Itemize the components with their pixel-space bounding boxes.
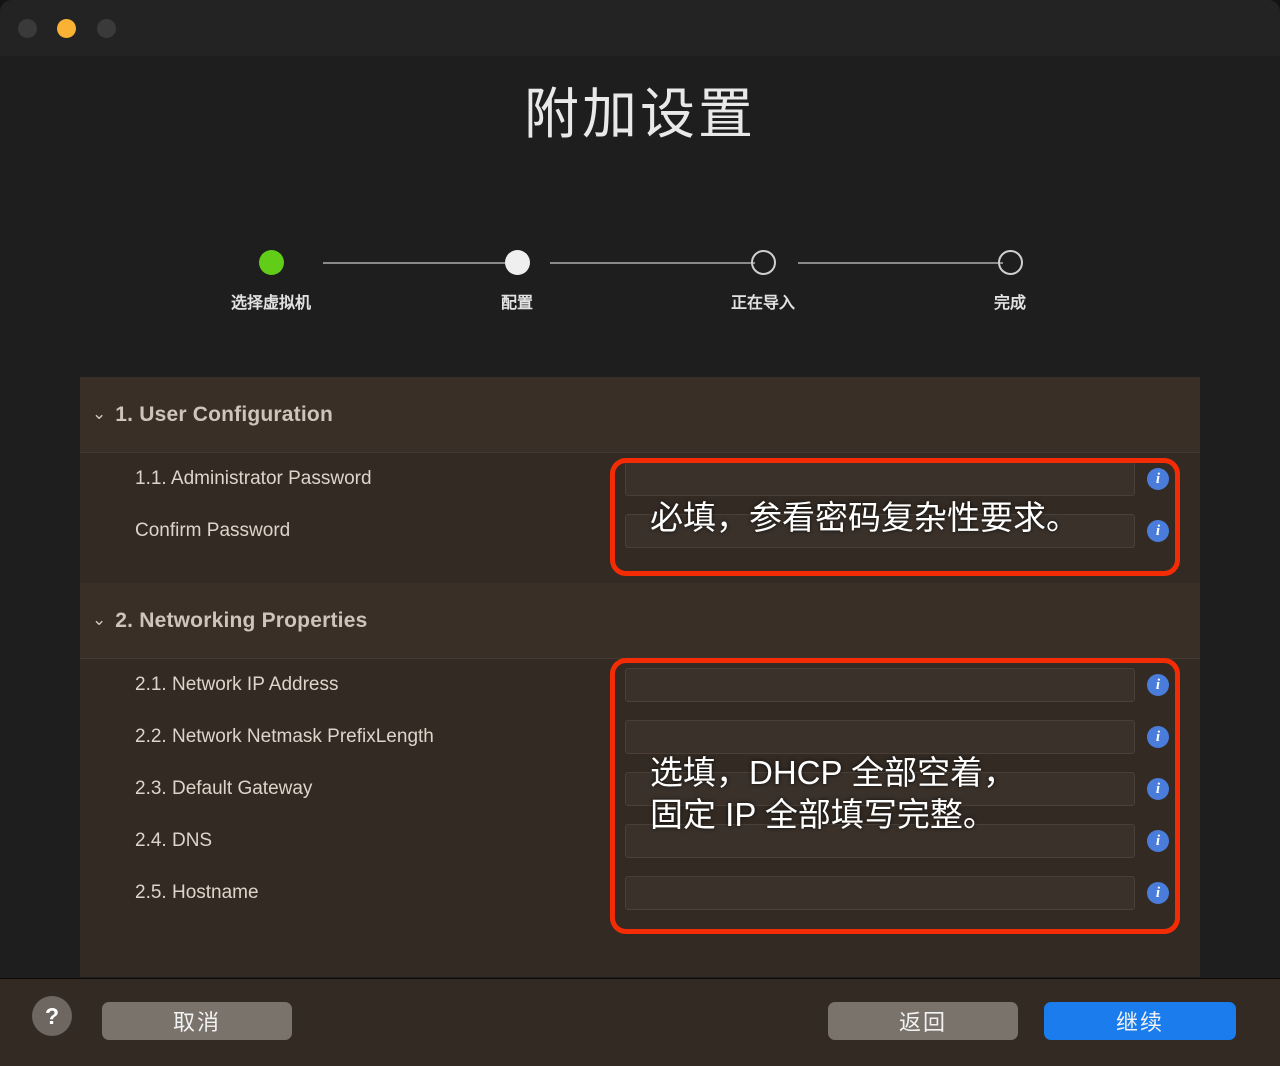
stepper-label-finish: 完成 xyxy=(993,295,1026,312)
section-title-user-configuration: 1. User Configuration xyxy=(115,402,333,426)
continue-button[interactable]: 继续 xyxy=(1044,1002,1236,1040)
title-bar xyxy=(0,0,1280,56)
stepper-label-configure: 配置 xyxy=(500,295,533,312)
section-header-networking-properties[interactable]: ⌄ 2. Networking Properties xyxy=(80,583,1200,659)
stepper-dot-done xyxy=(258,250,284,275)
table-row: 2.5. Hostname i xyxy=(80,867,1200,919)
cancel-button[interactable]: 取消 xyxy=(102,1002,292,1040)
annotation-text-networking: 选填，DHCP 全部空着， 固定 IP 全部填写完整。 xyxy=(650,754,1017,833)
help-button[interactable]: ? xyxy=(32,996,72,1036)
chevron-down-icon[interactable]: ⌄ xyxy=(92,611,106,628)
info-icon[interactable]: i xyxy=(1147,674,1169,696)
row-label-network-ip-address: 2.1. Network IP Address xyxy=(135,674,339,695)
administrator-password-input[interactable] xyxy=(625,462,1135,496)
hostname-input[interactable] xyxy=(625,876,1135,910)
stepper-dot-todo-importing xyxy=(750,250,776,275)
info-icon[interactable]: i xyxy=(1147,726,1169,748)
info-icon[interactable]: i xyxy=(1147,520,1169,542)
app-window: 附加设置 选择虚拟机 配置 正在导入 完成 ⌄ 1. User Configur… xyxy=(0,0,1280,1066)
settings-panel: ⌄ 1. User Configuration 1.1. Administrat… xyxy=(80,377,1200,977)
stepper-dot-todo-finish xyxy=(997,250,1023,275)
table-row: 2.4. DNS i xyxy=(80,815,1200,867)
section-header-user-configuration[interactable]: ⌄ 1. User Configuration xyxy=(80,377,1200,453)
row-label-confirm-password: Confirm Password xyxy=(135,520,291,541)
row-label-hostname: 2.5. Hostname xyxy=(135,882,259,903)
row-label-default-gateway: 2.3. Default Gateway xyxy=(135,778,313,799)
page-title: 附加设置 xyxy=(523,83,756,145)
info-icon[interactable]: i xyxy=(1147,882,1169,904)
row-label-administrator-password: 1.1. Administrator Password xyxy=(135,468,372,489)
section-title-networking-properties: 2. Networking Properties xyxy=(115,608,368,632)
close-window-button[interactable] xyxy=(18,19,37,38)
zoom-window-button[interactable] xyxy=(97,19,116,38)
table-row: 2.2. Network Netmask PrefixLength i xyxy=(80,711,1200,763)
stepper-step-importing: 正在导入 xyxy=(698,250,828,313)
row-spacer xyxy=(80,557,1200,583)
info-icon[interactable]: i xyxy=(1147,778,1169,800)
section-rows-networking-properties: 2.1. Network IP Address i 2.2. Network N… xyxy=(80,659,1200,919)
annotation-text-password: 必填，参看密码复杂性要求。 xyxy=(650,499,1079,536)
info-icon[interactable]: i xyxy=(1147,830,1169,852)
info-icon[interactable]: i xyxy=(1147,468,1169,490)
stepper-label-importing: 正在导入 xyxy=(730,295,795,312)
table-row: 2.3. Default Gateway i xyxy=(80,763,1200,815)
minimize-window-button[interactable] xyxy=(57,19,76,38)
stepper-label-select-vm: 选择虚拟机 xyxy=(230,295,311,312)
table-row: 2.1. Network IP Address i xyxy=(80,659,1200,711)
back-button[interactable]: 返回 xyxy=(828,1002,1018,1040)
stepper-dot-current xyxy=(504,250,530,275)
row-label-network-netmask-prefixlength: 2.2. Network Netmask PrefixLength xyxy=(135,726,434,747)
stepper-step-select-vm: 选择虚拟机 xyxy=(206,250,336,313)
network-ip-address-input[interactable] xyxy=(625,668,1135,702)
network-netmask-prefixlength-input[interactable] xyxy=(625,720,1135,754)
stepper-step-configure: 配置 xyxy=(452,250,582,313)
chevron-down-icon[interactable]: ⌄ xyxy=(92,405,106,422)
row-label-dns: 2.4. DNS xyxy=(135,830,213,851)
progress-stepper: 选择虚拟机 配置 正在导入 完成 xyxy=(228,250,1052,320)
stepper-step-finish: 完成 xyxy=(945,250,1075,313)
